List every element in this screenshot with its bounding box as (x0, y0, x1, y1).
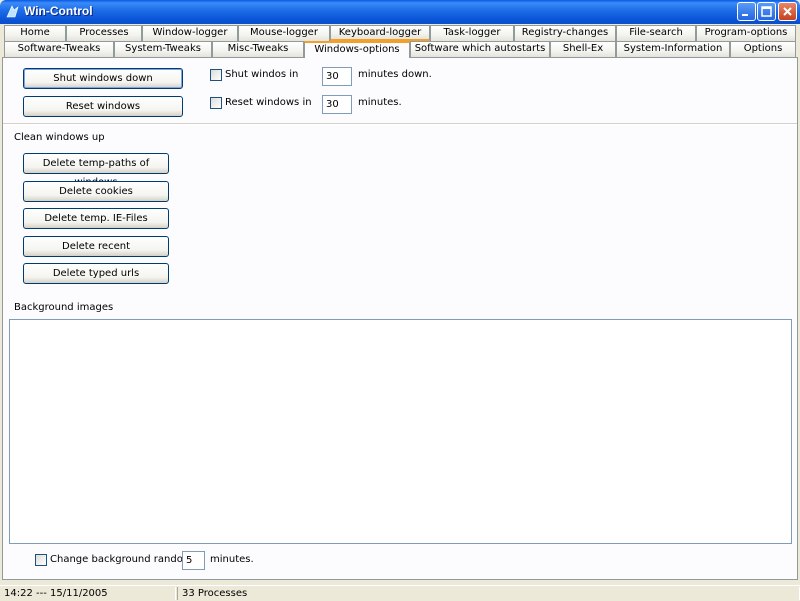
tab-processes[interactable]: Processes (66, 25, 142, 41)
tab-mouse-logger[interactable]: Mouse-logger (238, 25, 330, 41)
shut-timer-label: Shut windos in (225, 69, 299, 80)
tab-misc-tweaks[interactable]: Misc-Tweaks (212, 41, 304, 57)
tab-software-tweaks[interactable]: Software-Tweaks (4, 41, 114, 57)
tab-options[interactable]: Options (730, 41, 796, 57)
tab-keyboard-logger[interactable]: Keyboard-logger (330, 25, 430, 41)
reset-minutes-input[interactable]: 30 (322, 95, 352, 114)
tab-task-logger[interactable]: Task-logger (430, 25, 514, 41)
delete-cookies-button[interactable]: Delete cookies (23, 181, 169, 202)
status-datetime: 14:22 --- 15/11/2005 (0, 587, 176, 600)
tab-software-autostarts[interactable]: Software which autostarts (410, 41, 550, 57)
reset-minutes-suffix: minutes. (358, 97, 402, 108)
status-process-count: 33 Processes (177, 587, 800, 600)
close-button[interactable] (778, 2, 797, 21)
reset-timer-checkbox[interactable] (210, 97, 222, 109)
tab-row-2: Software-Tweaks System-Tweaks Misc-Tweak… (0, 41, 800, 58)
tab-shell-ex[interactable]: Shell-Ex (550, 41, 616, 57)
random-background-checkbox[interactable] (35, 554, 47, 566)
maximize-button[interactable] (757, 2, 776, 21)
background-heading: Background images (14, 302, 114, 313)
reset-timer-label: Reset windows in (225, 97, 312, 108)
background-images-list[interactable] (9, 319, 792, 544)
title-bar[interactable]: Win-Control (0, 0, 800, 24)
minimize-icon (742, 14, 748, 16)
delete-recent-button[interactable]: Delete recent (23, 236, 169, 257)
tab-windows-options[interactable]: Windows-options (304, 41, 410, 58)
separator (3, 123, 797, 125)
tab-system-tweaks[interactable]: System-Tweaks (114, 41, 212, 57)
windows-options-panel: Shut windows down Reset windows Shut win… (2, 57, 798, 580)
clean-heading: Clean windows up (14, 132, 105, 143)
close-icon (783, 7, 792, 16)
tab-program-options[interactable]: Program-options (696, 25, 796, 41)
shut-minutes-input[interactable]: 30 (322, 67, 352, 86)
tab-row-1: Home Processes Window-logger Mouse-logge… (0, 25, 800, 41)
tab-home[interactable]: Home (4, 25, 66, 41)
shut-timer-checkbox[interactable] (210, 69, 222, 81)
status-bar: 14:22 --- 15/11/2005 33 Processes (0, 585, 800, 601)
tab-window-logger[interactable]: Window-logger (142, 25, 238, 41)
window-title: Win-Control (24, 4, 93, 18)
delete-typed-urls-button[interactable]: Delete typed urls (23, 263, 169, 284)
random-minutes-suffix: minutes. (210, 554, 254, 565)
app-icon (6, 5, 19, 18)
delete-temp-paths-button[interactable]: Delete temp-paths of windows (23, 153, 169, 188)
shut-windows-down-button[interactable]: Shut windows down (23, 68, 183, 89)
shut-minutes-suffix: minutes down. (358, 69, 432, 80)
tab-system-information[interactable]: System-Information (616, 41, 730, 57)
maximize-icon (761, 6, 772, 17)
minimize-button[interactable] (737, 2, 756, 21)
random-background-label: Change background randomly (50, 554, 202, 565)
tab-file-search[interactable]: File-search (616, 25, 696, 41)
tab-registry-changes[interactable]: Registry-changes (514, 25, 616, 41)
delete-ie-files-button[interactable]: Delete temp. IE-Files (23, 208, 169, 229)
random-minutes-input[interactable]: 5 (182, 551, 205, 570)
reset-windows-button[interactable]: Reset windows (23, 96, 183, 117)
